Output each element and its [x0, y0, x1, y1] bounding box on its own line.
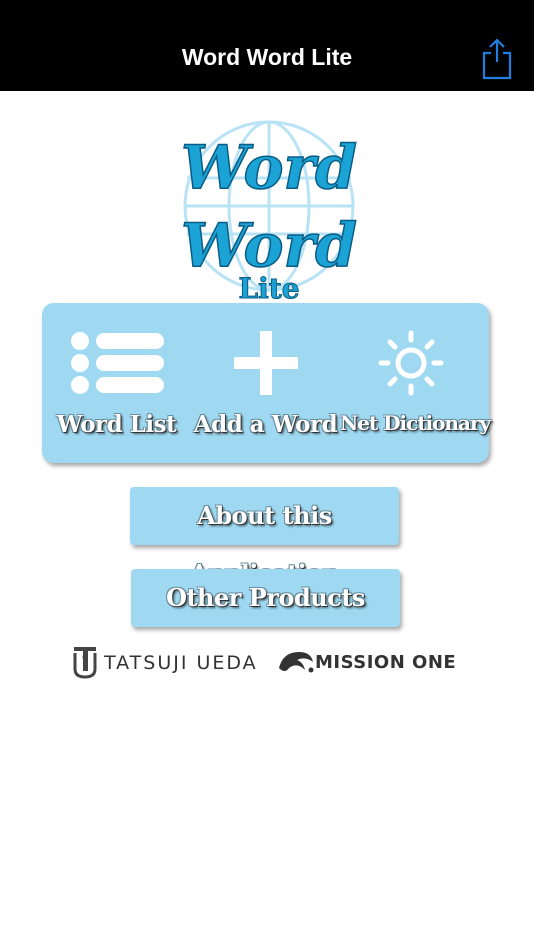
- sun-icon: [378, 330, 444, 396]
- nav-title: Word Word Lite: [181, 44, 353, 70]
- logo-lite: Lite: [238, 272, 299, 304]
- add-word-button[interactable]: Add a Word: [191, 303, 340, 463]
- mission-one-logo-icon: [279, 652, 314, 673]
- other-products-button[interactable]: Other Products: [131, 569, 400, 627]
- nav-bar: Word Word Lite: [0, 0, 534, 91]
- word-list-button[interactable]: Word List: [42, 303, 191, 463]
- list-icon: [71, 332, 164, 394]
- mission-one-brand: MISSION ONE: [315, 652, 457, 673]
- main-menu-panel: Word List Add a Word Net Dictionary: [42, 303, 491, 463]
- tatsuji-logo-icon: [73, 647, 97, 679]
- add-word-label: Add a Word: [193, 411, 338, 438]
- plus-icon: [234, 331, 298, 395]
- app-logo: Word Word Lite: [180, 120, 358, 304]
- logo-word-1: Word: [181, 133, 357, 203]
- net-dictionary-button[interactable]: Net Dictionary: [340, 303, 491, 463]
- about-button[interactable]: About this Application: [130, 487, 399, 588]
- share-icon[interactable]: [478, 38, 516, 80]
- net-dictionary-label: Net Dictionary: [340, 411, 491, 435]
- logo-word-2: Word: [181, 211, 357, 281]
- word-list-label: Word List: [56, 411, 177, 438]
- tatsuji-brand: TATSUJI UEDA: [104, 652, 258, 674]
